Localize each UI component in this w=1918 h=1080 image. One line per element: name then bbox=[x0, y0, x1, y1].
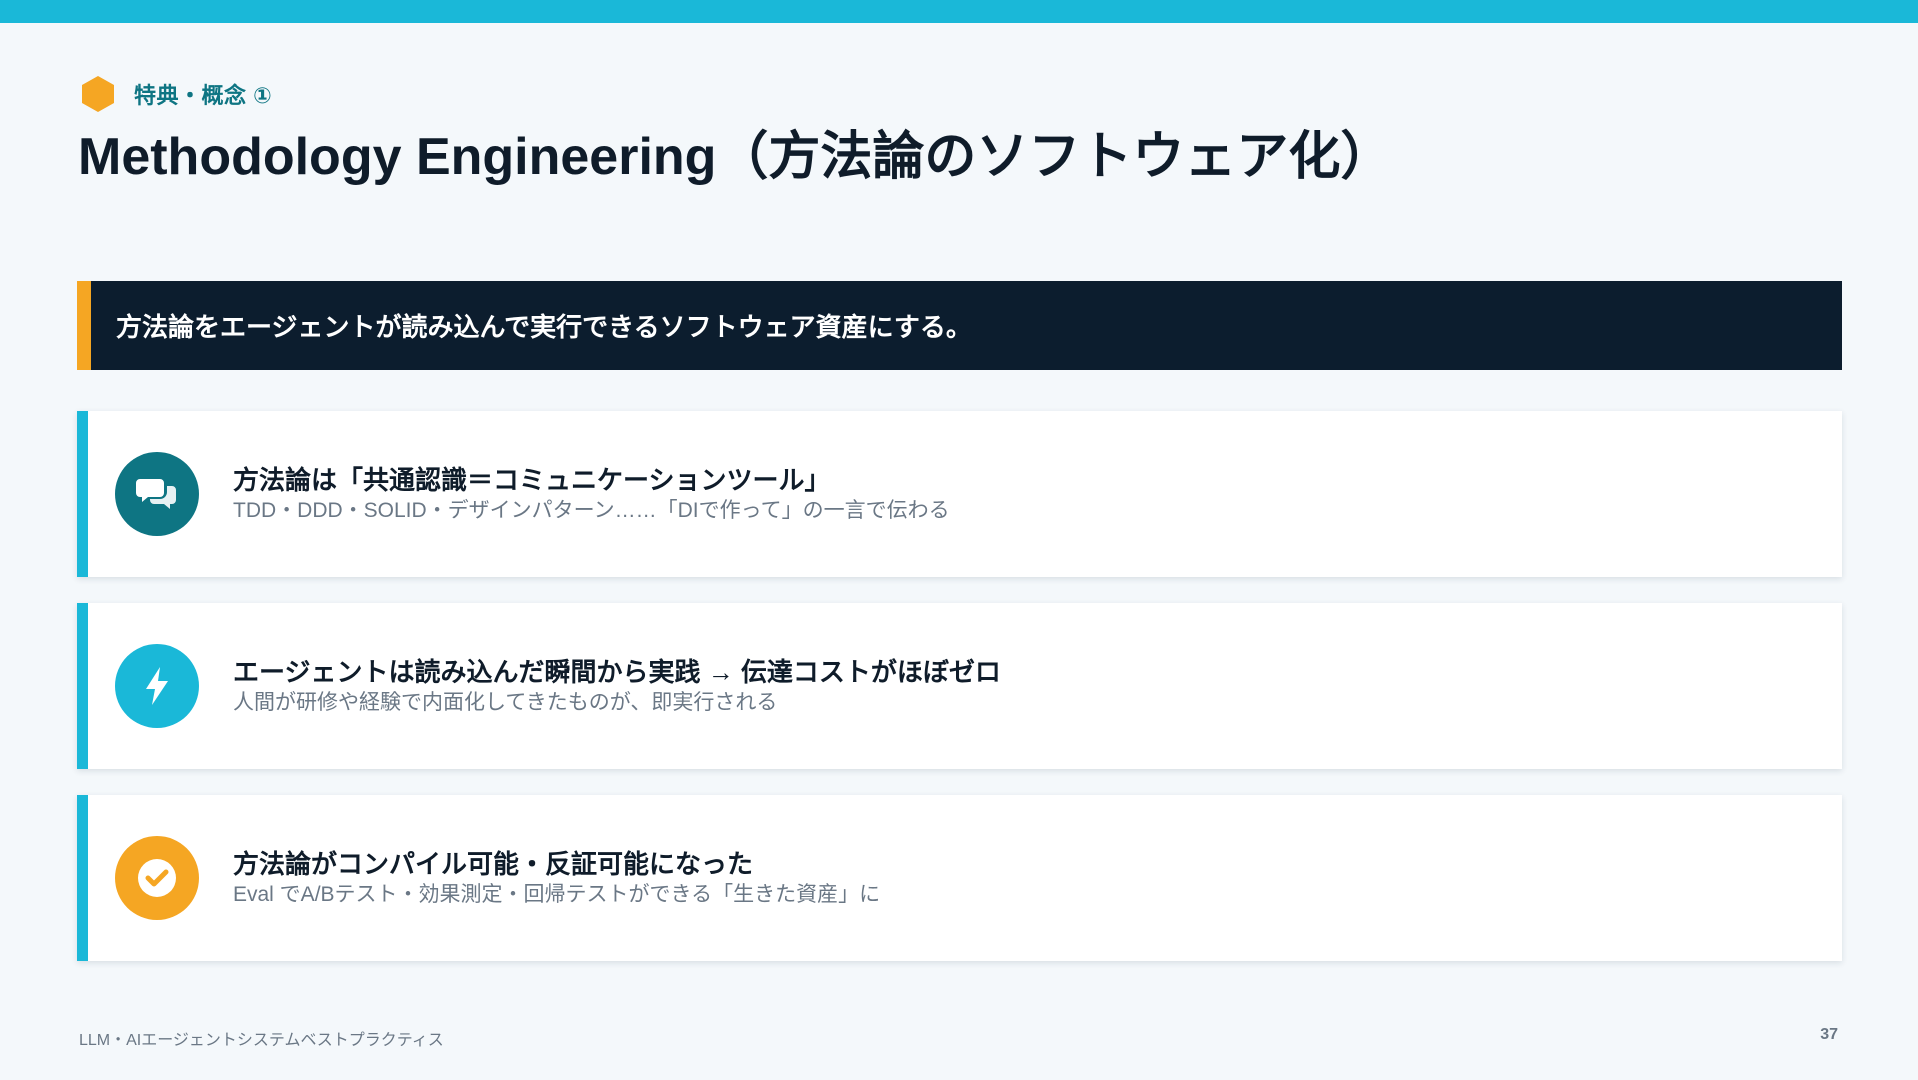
card-accent-bar bbox=[77, 411, 88, 577]
page-title: Methodology Engineering（方法論のソフトウェア化） bbox=[78, 128, 1393, 186]
top-accent-bar bbox=[0, 0, 1918, 23]
point-card-compilable: 方法論がコンパイル可能・反証可能になった Eval でA/Bテスト・効果測定・回… bbox=[77, 795, 1842, 961]
card-accent-bar bbox=[77, 795, 88, 961]
banner-text: 方法論をエージェントが読み込んで実行できるソフトウェア資産にする。 bbox=[116, 312, 972, 342]
card-accent-bar bbox=[77, 603, 88, 769]
point-card-execution: エージェントは読み込んだ瞬間から実践 → 伝達コストがほぼゼロ 人間が研修や経験… bbox=[77, 603, 1842, 769]
check-circle-icon bbox=[115, 836, 199, 920]
section-eyebrow: 特典・概念 ① bbox=[78, 74, 272, 114]
card-title: エージェントは読み込んだ瞬間から実践 → 伝達コストがほぼゼロ bbox=[233, 657, 1001, 687]
page-number: 37 bbox=[1820, 1026, 1838, 1043]
point-card-communication: 方法論は「共通認識＝コミュニケーションツール」 TDD・DDD・SOLID・デザ… bbox=[77, 411, 1842, 577]
chat-bubbles-icon bbox=[115, 452, 199, 536]
card-subtitle: Eval でA/Bテスト・効果測定・回帰テストができる「生きた資産」に bbox=[233, 883, 881, 906]
card-subtitle: 人間が研修や経験で内面化してきたものが、即実行される bbox=[233, 691, 778, 714]
card-title: 方法論は「共通認識＝コミュニケーションツール」 bbox=[233, 465, 831, 495]
card-subtitle: TDD・DDD・SOLID・デザインパターン……「DIで作って」の一言で伝わる bbox=[233, 499, 950, 522]
hexagon-icon bbox=[82, 76, 114, 112]
eyebrow-label: 特典・概念 ① bbox=[134, 83, 273, 108]
lightning-bolt-icon bbox=[115, 644, 199, 728]
banner-accent-bar bbox=[77, 281, 91, 370]
card-title: 方法論がコンパイル可能・反証可能になった bbox=[233, 849, 754, 879]
key-message-banner: 方法論をエージェントが読み込んで実行できるソフトウェア資産にする。 bbox=[77, 281, 1842, 370]
footer-deck-title: LLM・AIエージェントシステムベストプラクティス bbox=[79, 1032, 444, 1049]
